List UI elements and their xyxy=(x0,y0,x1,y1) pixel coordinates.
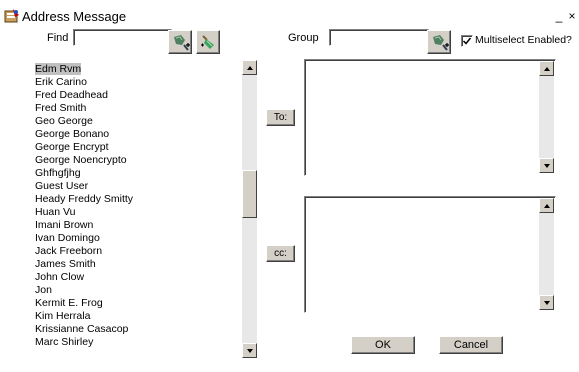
arrow-down-icon xyxy=(544,301,550,305)
scroll-down-button[interactable] xyxy=(539,158,554,173)
contact-item[interactable]: Fred Deadhead xyxy=(35,89,108,101)
to-button[interactable]: To: xyxy=(266,109,295,126)
contact-item[interactable]: Jon xyxy=(35,284,52,296)
arrow-up-icon xyxy=(544,67,550,71)
contact-item[interactable]: Huan Vu xyxy=(35,206,75,218)
find-input[interactable] xyxy=(73,29,172,46)
contact-item[interactable]: Jack Freeborn xyxy=(35,245,102,257)
contact-item[interactable]: George Encrypt xyxy=(35,141,109,153)
arrow-up-icon xyxy=(247,66,253,70)
arrow-down-icon xyxy=(544,164,550,168)
broom-icon xyxy=(201,35,214,49)
contact-item[interactable]: Geo George xyxy=(35,115,93,127)
contact-item[interactable]: James Smith xyxy=(35,258,96,270)
search-plus-icon xyxy=(174,35,190,51)
find-label: Find xyxy=(47,32,69,44)
scroll-up-button[interactable] xyxy=(242,60,257,75)
find-clear-button[interactable] xyxy=(196,30,220,54)
address-book-icon xyxy=(4,9,20,23)
contact-item[interactable]: Kim Herrala xyxy=(35,310,90,322)
contact-item[interactable]: Fred Smith xyxy=(35,102,86,114)
contact-item[interactable]: Ivan Domingo xyxy=(35,232,100,244)
scroll-down-button[interactable] xyxy=(242,343,257,358)
checkmark-icon xyxy=(462,37,472,45)
group-input[interactable] xyxy=(329,29,429,46)
ok-button[interactable]: OK xyxy=(351,336,415,354)
contact-item[interactable]: Guest User xyxy=(35,180,88,192)
search-plus-icon xyxy=(433,35,449,51)
contact-item[interactable]: Edm Rvm xyxy=(35,63,82,75)
window-title: Address Message xyxy=(22,9,127,24)
contact-item[interactable]: George Noencrypto xyxy=(35,154,127,166)
arrow-up-icon xyxy=(544,204,550,208)
close-button[interactable]: × xyxy=(567,9,577,23)
scroll-thumb[interactable] xyxy=(242,170,257,218)
cc-button[interactable]: cc: xyxy=(266,245,295,262)
contact-item[interactable]: Erik Carino xyxy=(35,76,87,88)
multiselect-checkbox[interactable] xyxy=(461,35,473,47)
cc-field-scrollbar[interactable] xyxy=(539,198,554,310)
contact-item[interactable]: Marc Shirley xyxy=(35,336,93,348)
to-field-scrollbar[interactable] xyxy=(539,61,554,173)
group-label: Group xyxy=(288,32,319,44)
scroll-down-button[interactable] xyxy=(539,295,554,310)
minimize-button[interactable]: _ xyxy=(554,9,564,23)
contact-item[interactable]: Kermit E. Frog xyxy=(35,297,103,309)
cc-field[interactable] xyxy=(304,196,556,313)
contact-item[interactable]: George Bonano xyxy=(35,128,109,140)
contact-item[interactable]: Krissianne Casacop xyxy=(35,323,128,335)
contact-item[interactable]: Imani Brown xyxy=(35,219,93,231)
contact-list[interactable]: Edm Rvm Erik Carino Fred Deadhead Fred S… xyxy=(33,60,259,358)
title-bar: Address Message _ × xyxy=(0,8,579,26)
arrow-down-icon xyxy=(247,349,253,353)
contact-item[interactable]: Ghfhgfjhg xyxy=(35,167,81,179)
multiselect-label: Multiselect Enabled? xyxy=(475,34,572,46)
scroll-up-button[interactable] xyxy=(539,198,554,213)
to-field[interactable] xyxy=(304,59,556,176)
contact-item[interactable]: Heady Freddy Smitty xyxy=(35,193,133,205)
contact-item[interactable]: John Clow xyxy=(35,271,84,283)
contact-list-scrollbar[interactable] xyxy=(242,60,257,358)
group-search-button[interactable] xyxy=(427,30,451,54)
find-search-button[interactable] xyxy=(168,30,192,54)
scroll-up-button[interactable] xyxy=(539,61,554,76)
cancel-button[interactable]: Cancel xyxy=(439,336,503,354)
